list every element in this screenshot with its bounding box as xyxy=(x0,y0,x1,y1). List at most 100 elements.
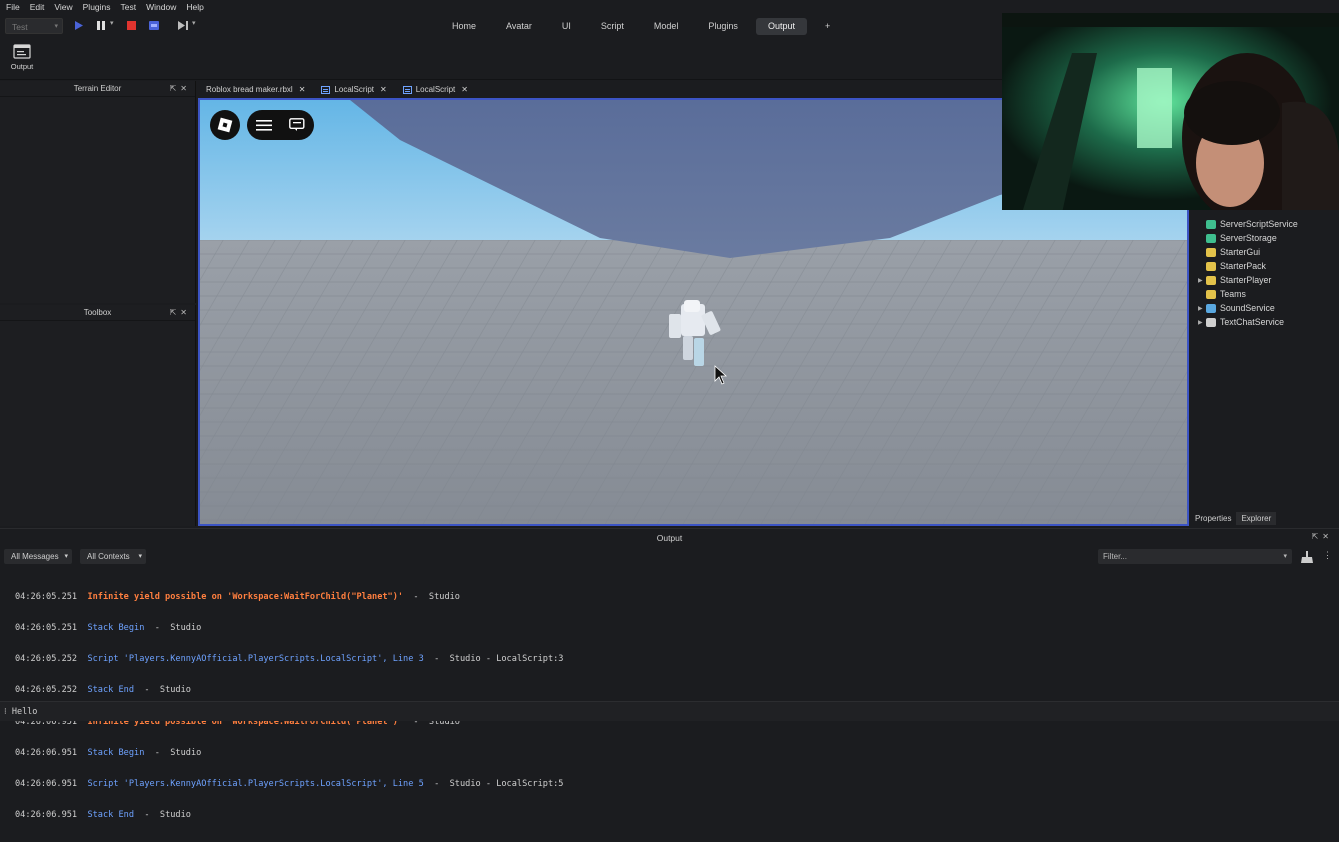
close-icon[interactable]: ✕ xyxy=(1322,532,1333,541)
explorer-item-starterplayer[interactable]: ▶ StarterPlayer xyxy=(1198,274,1271,286)
menu-help[interactable]: Help xyxy=(186,2,203,12)
script-icon xyxy=(321,85,331,94)
terrain-editor-panel: Terrain Editor ⇱✕ xyxy=(0,81,196,303)
folder-icon xyxy=(1206,261,1216,271)
clear-output-icon[interactable] xyxy=(1301,551,1313,563)
doc-tab-localscript-2[interactable]: LocalScript ✕ xyxy=(395,85,476,98)
storage-icon xyxy=(1206,233,1216,243)
undock-icon[interactable]: ⇱ xyxy=(170,84,181,93)
tab-script[interactable]: Script xyxy=(589,18,636,35)
explorer-item-label: StarterPack xyxy=(1220,261,1266,271)
tab-home[interactable]: Home xyxy=(440,18,488,35)
close-icon[interactable]: ✕ xyxy=(461,85,468,94)
output-ribbon-button[interactable]: Output xyxy=(8,44,36,71)
log-line: 04:26:06.951 Stack Begin - Studio xyxy=(15,747,202,758)
tab-output[interactable]: Output xyxy=(755,18,807,35)
close-icon[interactable]: ✕ xyxy=(380,85,387,94)
output-ribbon-label: Output xyxy=(10,62,34,71)
stop-icon[interactable] xyxy=(127,21,136,30)
chevron-down-icon: ▾ xyxy=(64,553,68,560)
service-icon xyxy=(1206,219,1216,229)
close-icon[interactable]: ✕ xyxy=(299,85,306,94)
menu-window[interactable]: Window xyxy=(146,2,176,12)
menu-plugins[interactable]: Plugins xyxy=(83,2,111,12)
command-prompt-icon: ⁝ xyxy=(4,707,12,717)
explorer-item-teams[interactable]: Teams xyxy=(1198,288,1246,300)
chevron-down-icon: ▾ xyxy=(138,553,142,560)
command-input-value: Hello xyxy=(11,707,38,717)
explorer-item-startergui[interactable]: StarterGui xyxy=(1198,246,1260,258)
doc-tab-label: LocalScript xyxy=(334,85,374,94)
tab-ui[interactable]: UI xyxy=(550,18,583,35)
tab-properties[interactable]: Properties xyxy=(1190,512,1236,525)
toolbox-panel: Toolbox ⇱✕ xyxy=(0,305,196,526)
chat-icon[interactable] xyxy=(289,118,305,132)
tab-explorer[interactable]: Explorer xyxy=(1236,511,1277,525)
tab-model[interactable]: Model xyxy=(642,18,691,35)
right-panel-tabs: Properties Explorer xyxy=(1190,510,1339,526)
explorer-item-serverscriptservice[interactable]: ServerScriptService xyxy=(1198,218,1298,230)
log-line: 04:26:05.251 Infinite yield possible on … xyxy=(15,591,460,602)
menu-bar: File Edit View Plugins Test Window Help xyxy=(0,0,1339,14)
filter-input[interactable]: Filter... ▾ xyxy=(1098,549,1292,564)
output-header: Output ⇱✕ xyxy=(0,529,1339,545)
more-options-icon[interactable]: ⋮ xyxy=(1323,550,1332,561)
pause-dropdown-icon[interactable]: ▾ xyxy=(110,19,114,27)
log-line: 04:26:05.252 Stack End - Studio xyxy=(15,685,191,696)
explorer-item-label: StarterPlayer xyxy=(1220,275,1272,285)
close-icon[interactable]: ✕ xyxy=(180,308,191,317)
expand-arrow-icon[interactable]: ▶ xyxy=(1198,277,1206,284)
menu-test[interactable]: Test xyxy=(121,2,137,12)
explorer-item-serverstorage[interactable]: ServerStorage xyxy=(1198,232,1277,244)
roblox-menu-button[interactable] xyxy=(210,110,240,140)
terrain-editor-title: Terrain Editor xyxy=(73,84,122,93)
explorer-item-textchatservice[interactable]: ▶ TextChatService xyxy=(1198,316,1284,328)
output-window-icon xyxy=(13,44,31,59)
topbar-buttons xyxy=(247,110,314,140)
terrain-editor-header: Terrain Editor ⇱✕ xyxy=(0,81,195,97)
step-icon[interactable] xyxy=(178,21,188,30)
doc-tab-label: LocalScript xyxy=(415,85,456,94)
explorer-item-label: ServerStorage xyxy=(1220,233,1277,243)
folder-icon xyxy=(1206,247,1216,257)
sound-icon xyxy=(1206,303,1216,313)
add-tab-button[interactable]: + xyxy=(813,18,842,35)
client-server-icon[interactable] xyxy=(149,21,159,30)
output-panel: Output ⇱✕ All Messages ▾ All Contexts ▾ … xyxy=(0,528,1339,820)
doc-tab-place[interactable]: Roblox bread maker.rbxl ✕ xyxy=(198,85,313,98)
explorer-item-label: TextChatService xyxy=(1220,317,1285,327)
folder-icon xyxy=(1206,275,1216,285)
toolbox-header: Toolbox ⇱✕ xyxy=(0,305,195,321)
menu-file[interactable]: File xyxy=(6,2,20,12)
context-filter-dropdown[interactable]: All Contexts ▾ xyxy=(80,549,146,564)
log-line: 04:26:05.251 Stack Begin - Studio xyxy=(15,623,202,634)
explorer-item-starterpack[interactable]: StarterPack xyxy=(1198,260,1266,272)
toolbox-title: Toolbox xyxy=(83,308,112,317)
menu-edit[interactable]: Edit xyxy=(30,2,45,12)
tab-avatar[interactable]: Avatar xyxy=(494,18,544,35)
doc-tab-localscript-1[interactable]: LocalScript ✕ xyxy=(313,85,394,98)
hamburger-menu-icon[interactable] xyxy=(255,119,272,131)
menu-view[interactable]: View xyxy=(54,2,72,12)
explorer-item-soundservice[interactable]: ▶ SoundService xyxy=(1198,302,1275,314)
roblox-logo-icon xyxy=(217,117,233,133)
expand-arrow-icon[interactable]: ▶ xyxy=(1198,305,1206,312)
close-icon[interactable]: ✕ xyxy=(180,84,191,93)
explorer-item-label: StarterGui xyxy=(1220,247,1261,257)
undock-icon[interactable]: ⇱ xyxy=(170,308,181,317)
undock-icon[interactable]: ⇱ xyxy=(1312,532,1323,541)
explorer-item-label: Teams xyxy=(1220,289,1246,299)
pause-icon[interactable] xyxy=(97,21,105,30)
message-filter-dropdown[interactable]: All Messages ▾ xyxy=(4,549,72,564)
play-icon[interactable] xyxy=(75,21,83,30)
mode-select[interactable]: Test ▾ xyxy=(5,18,63,34)
log-line: 04:26:05.252 Script 'Players.KennyAOffic… xyxy=(15,654,564,665)
step-dropdown-icon[interactable]: ▾ xyxy=(192,19,196,27)
explorer-panel: ServerScriptService ServerStorage Starte… xyxy=(1190,210,1339,525)
command-bar[interactable]: ⁝ Hello xyxy=(0,701,1339,721)
mode-select-value: Test xyxy=(12,22,28,32)
log-line: 04:26:06.951 Script 'Players.KennyAOffic… xyxy=(15,779,564,790)
teams-icon xyxy=(1206,289,1216,299)
expand-arrow-icon[interactable]: ▶ xyxy=(1198,319,1206,326)
tab-plugins[interactable]: Plugins xyxy=(696,18,750,35)
